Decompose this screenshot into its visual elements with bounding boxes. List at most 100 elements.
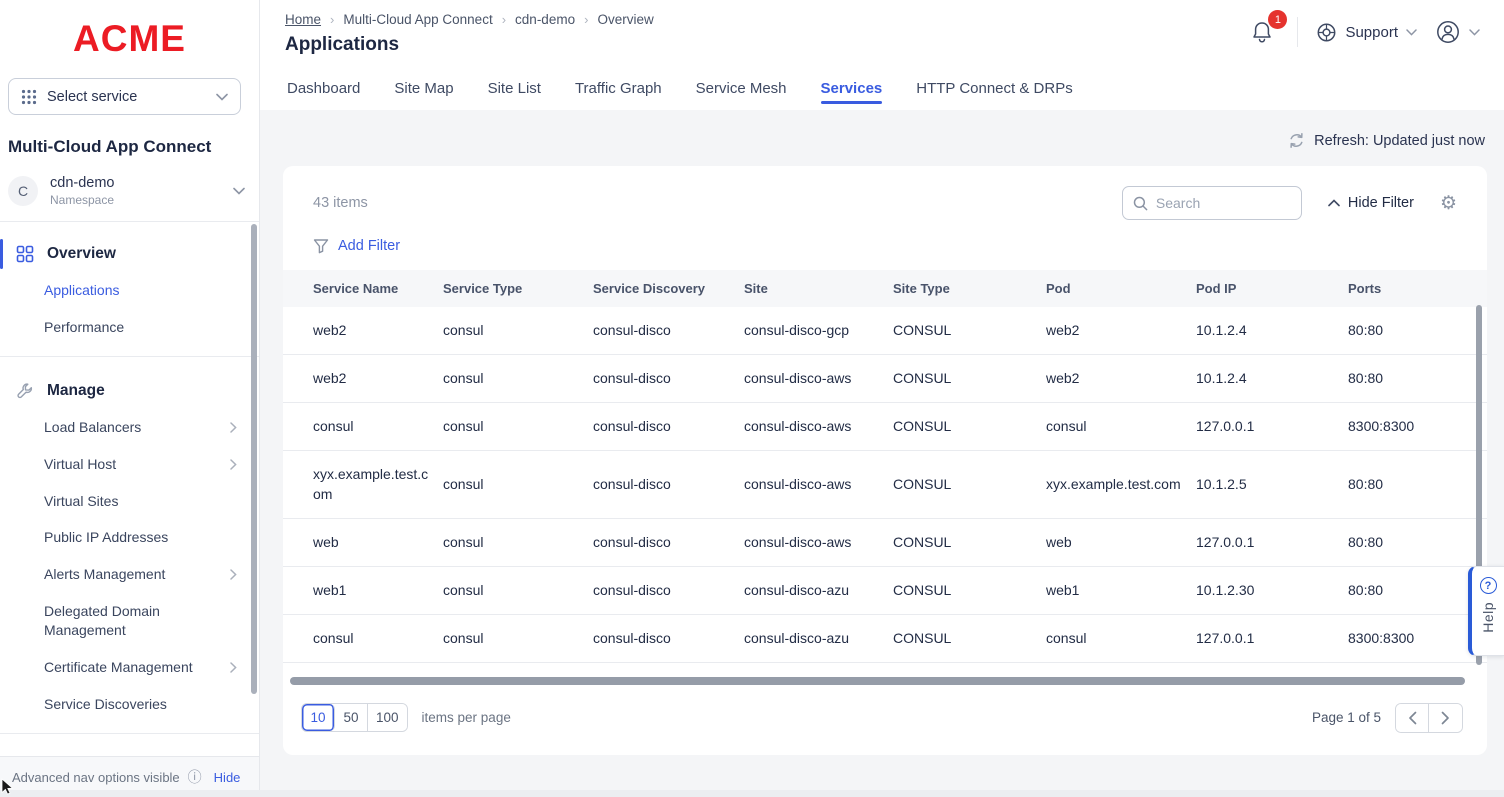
column-header[interactable]: Service Type bbox=[443, 270, 593, 307]
refresh-icon bbox=[1288, 132, 1305, 149]
refresh-label: Refresh: Updated just now bbox=[1314, 133, 1485, 149]
sidebar-item-label: Service Discoveries bbox=[44, 695, 167, 714]
page-size-50[interactable]: 50 bbox=[335, 704, 368, 731]
column-header[interactable]: Service Discovery bbox=[593, 270, 744, 307]
top-header: Home›Multi-Cloud App Connect›cdn-demo›Ov… bbox=[260, 0, 1504, 56]
page-title: Applications bbox=[285, 34, 654, 56]
sidebar-item-label: Public IP Addresses bbox=[44, 528, 168, 547]
column-header[interactable]: Site Type bbox=[893, 270, 1046, 307]
table-row[interactable]: webconsulconsul-discoconsul-disco-awsCON… bbox=[283, 519, 1487, 567]
breadcrumb-separator-icon: › bbox=[584, 12, 588, 27]
hide-advanced-nav-link[interactable]: Hide bbox=[214, 770, 241, 785]
table-row[interactable]: web1consulconsul-discoconsul-disco-azuCO… bbox=[283, 567, 1487, 615]
table-cell: web2 bbox=[1046, 355, 1196, 401]
chevron-up-icon bbox=[1328, 199, 1340, 207]
table-horizontal-scrollbar[interactable] bbox=[290, 677, 1465, 685]
tab-dashboard[interactable]: Dashboard bbox=[287, 80, 360, 110]
page-horizontal-scrollbar[interactable] bbox=[0, 790, 1504, 797]
table-cell: web1 bbox=[1046, 567, 1196, 613]
refresh-control[interactable]: Refresh: Updated just now bbox=[283, 110, 1487, 149]
sidebar-item-delegated-domain-management[interactable]: Delegated Domain Management bbox=[0, 593, 259, 649]
hide-filter-label: Hide Filter bbox=[1348, 195, 1414, 211]
next-page-button[interactable] bbox=[1429, 704, 1462, 732]
select-service-dropdown[interactable]: Select service bbox=[8, 78, 241, 115]
column-header[interactable]: Service Name bbox=[313, 270, 443, 307]
page-size-10[interactable]: 10 bbox=[302, 704, 335, 731]
namespace-avatar: C bbox=[8, 176, 38, 206]
table-cell: consul-disco-aws bbox=[744, 355, 893, 401]
account-menu[interactable] bbox=[1435, 19, 1480, 45]
breadcrumb-separator-icon: › bbox=[330, 12, 334, 27]
sidebar-item-label: Load Balancers bbox=[44, 418, 141, 437]
gear-icon[interactable]: ⚙ bbox=[1440, 194, 1457, 213]
breadcrumb-item[interactable]: Overview bbox=[597, 12, 653, 27]
namespace-selector[interactable]: C cdn-demo Namespace bbox=[0, 163, 259, 222]
previous-page-button[interactable] bbox=[1396, 704, 1429, 732]
sidebar-section: Overview ApplicationsPerformance bbox=[0, 228, 259, 348]
table-cell: 80:80 bbox=[1348, 307, 1465, 353]
sidebar-section-label: Overview bbox=[47, 245, 116, 263]
chevron-right-icon bbox=[230, 662, 237, 673]
sidebar-section-overview[interactable]: Overview bbox=[0, 236, 259, 272]
notification-badge: 1 bbox=[1268, 10, 1287, 29]
table-cell: consul bbox=[443, 461, 593, 507]
table-cell: 80:80 bbox=[1348, 567, 1465, 613]
sidebar-item-virtual-sites[interactable]: Virtual Sites bbox=[0, 483, 259, 520]
notifications-button[interactable]: 1 bbox=[1245, 16, 1279, 48]
tab-site-map[interactable]: Site Map bbox=[394, 80, 453, 110]
sidebar-item-label: Virtual Host bbox=[44, 455, 116, 474]
table-cell: consul bbox=[1046, 403, 1196, 449]
sidebar-item-performance[interactable]: Performance bbox=[0, 309, 259, 346]
hide-filter-toggle[interactable]: Hide Filter bbox=[1328, 195, 1414, 211]
sidebar-item-load-balancers[interactable]: Load Balancers bbox=[0, 409, 259, 446]
tab-traffic-graph[interactable]: Traffic Graph bbox=[575, 80, 662, 110]
sidebar-item-service-discoveries[interactable]: Service Discoveries bbox=[0, 686, 259, 723]
table-cell: consul-disco bbox=[593, 615, 744, 661]
breadcrumb-item[interactable]: Home bbox=[285, 12, 321, 27]
table-row[interactable]: web2consulconsul-discoconsul-disco-gcpCO… bbox=[283, 307, 1487, 355]
tab-service-mesh[interactable]: Service Mesh bbox=[696, 80, 787, 110]
chevron-down-icon bbox=[216, 93, 228, 101]
sidebar-section-security[interactable]: Security bbox=[0, 750, 259, 756]
sidebar-section-manage[interactable]: Manage bbox=[0, 373, 259, 409]
sidebar-item-certificate-management[interactable]: Certificate Management bbox=[0, 649, 259, 686]
table-cell: web1 bbox=[313, 567, 443, 613]
table-cell: 10.1.2.30 bbox=[1196, 567, 1348, 613]
table-row[interactable]: web2consulconsul-discoconsul-disco-awsCO… bbox=[283, 355, 1487, 403]
sidebar-item-applications[interactable]: Applications bbox=[0, 272, 259, 309]
tab-site-list[interactable]: Site List bbox=[488, 80, 541, 110]
sidebar-scrollbar[interactable] bbox=[251, 224, 257, 694]
column-header[interactable]: Pod IP bbox=[1196, 270, 1348, 307]
table-cell: consul-disco bbox=[593, 403, 744, 449]
table-row[interactable]: consulconsulconsul-discoconsul-disco-azu… bbox=[283, 615, 1487, 663]
search-box[interactable] bbox=[1122, 186, 1302, 220]
breadcrumb-item[interactable]: cdn-demo bbox=[515, 12, 575, 27]
table-cell: 8300:8300 bbox=[1348, 403, 1465, 449]
services-table-card: 43 items Hide Filter ⚙ bbox=[283, 166, 1487, 755]
column-header[interactable]: Site bbox=[744, 270, 893, 307]
table-row[interactable]: xyx.example.test.comconsulconsul-discoco… bbox=[283, 451, 1487, 519]
search-input[interactable] bbox=[1156, 195, 1286, 211]
page-size-100[interactable]: 100 bbox=[368, 704, 407, 731]
table-cell: CONSUL bbox=[893, 461, 1046, 507]
items-count: 43 items bbox=[313, 195, 368, 211]
sidebar-item-alerts-management[interactable]: Alerts Management bbox=[0, 556, 259, 593]
support-menu[interactable]: Support bbox=[1316, 22, 1417, 43]
breadcrumb-item[interactable]: Multi-Cloud App Connect bbox=[343, 12, 492, 27]
table-cell: consul-disco bbox=[593, 355, 744, 401]
sidebar-item-virtual-host[interactable]: Virtual Host bbox=[0, 446, 259, 483]
add-filter-button[interactable]: Add Filter bbox=[283, 224, 1487, 270]
table-row[interactable]: consulconsulconsul-discoconsul-disco-aws… bbox=[283, 403, 1487, 451]
table-cell: consul-disco-gcp bbox=[744, 307, 893, 353]
column-header[interactable]: Ports bbox=[1348, 270, 1465, 307]
chevron-down-icon bbox=[1406, 29, 1417, 36]
tab-http-connect-drps[interactable]: HTTP Connect & DRPs bbox=[916, 80, 1072, 110]
help-tab[interactable]: ? Help bbox=[1468, 566, 1504, 656]
header-divider bbox=[1297, 17, 1298, 47]
table-cell: xyx.example.test.com bbox=[1046, 461, 1196, 507]
table-cell: web bbox=[313, 519, 443, 565]
sidebar-item-public-ip-addresses[interactable]: Public IP Addresses bbox=[0, 519, 259, 556]
tab-services[interactable]: Services bbox=[821, 80, 883, 110]
column-header[interactable]: Pod bbox=[1046, 270, 1196, 307]
chevron-right-icon bbox=[230, 569, 237, 580]
